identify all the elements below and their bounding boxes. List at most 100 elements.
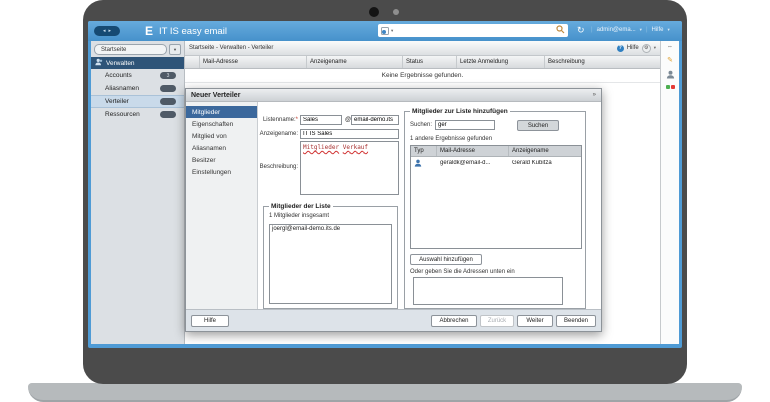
sidebar-item-label: Verteiler [105, 98, 129, 105]
breadcrumb: Startseite - Verwalten - Verteiler [189, 45, 273, 51]
dialog-title: Neuer Verteiler [191, 92, 240, 99]
dialog-nav-eigenschaften[interactable]: Eigenschaften [186, 118, 257, 130]
col-anzeigename[interactable]: Anzeigename [509, 146, 581, 156]
count-badge: 3 [160, 72, 176, 79]
global-search[interactable]: ▾ [378, 24, 568, 37]
sidebar-item-label: Ressourcen [105, 111, 140, 118]
dialog-nav-mitglieder[interactable]: Mitglieder [186, 106, 257, 118]
misspelled-word: Verkauf [343, 144, 368, 151]
sidebar-item-label: Aliasnamen [105, 85, 139, 92]
app-logo: E [145, 24, 153, 38]
finish-button[interactable]: Beenden [556, 315, 596, 327]
search-button[interactable]: Suchen [517, 120, 559, 131]
gear-icon[interactable]: ⚙ [642, 44, 651, 53]
sidebar-item-accounts[interactable]: Accounts 3 [91, 69, 184, 82]
dialog-footer: Hilfe Abbrechen Zurück Weiter Beenden [186, 309, 601, 331]
result-name: Gerald Kubitza [509, 160, 581, 166]
right-tool-strip: ⇔ ✎ [660, 41, 679, 344]
dialog-titlebar[interactable]: Neuer Verteiler » [186, 89, 601, 102]
dialog-content: Listenname:* @ Anzeigename: Beschreibung… [258, 102, 601, 309]
dialog-nav-aliasnamen[interactable]: Aliasnamen [186, 142, 257, 154]
help-circle-icon[interactable]: ? [617, 45, 624, 52]
gutter-cell [185, 56, 200, 68]
member-results-header: Typ Mail-Adresse Anzeigename [411, 146, 581, 157]
forward-icon[interactable]: ▸ [109, 28, 112, 34]
count-badge [160, 85, 176, 92]
results-count: 1 andere Ergebnisse gefunden [410, 136, 492, 142]
sidebar-section-verwalten[interactable]: Verwalten [91, 57, 184, 69]
result-mail: geraldk@email-d... [437, 160, 509, 166]
sidebar-item-verteiler[interactable]: Verteiler [91, 95, 184, 108]
back-button[interactable]: Zurück [480, 315, 514, 327]
col-status[interactable]: Status [403, 56, 457, 68]
laptop-mockup: ◂ ▸ E IT IS easy email ▾ ↻ | admin@ema..… [0, 0, 770, 402]
home-select[interactable]: Startseite [94, 44, 167, 55]
home-select-caret-icon[interactable]: ▾ [169, 44, 181, 55]
dialog-nav-besitzer[interactable]: Besitzer [186, 154, 257, 166]
sidebar-item-aliasnamen[interactable]: Aliasnamen [91, 82, 184, 95]
back-icon[interactable]: ◂ [103, 28, 106, 34]
listname-label: Listenname:* [258, 117, 298, 123]
history-nav[interactable]: ◂ ▸ [94, 26, 120, 36]
member-list-item[interactable]: joergl@email-demo.its.de [270, 225, 391, 233]
dialog-nav-einstellungen[interactable]: Einstellungen [186, 166, 257, 178]
displayname-input[interactable] [300, 129, 399, 139]
status-legend-icon[interactable] [666, 85, 675, 89]
search-label: Suchen: [410, 122, 432, 128]
search-input[interactable] [395, 26, 554, 36]
contact-icon[interactable] [666, 70, 675, 79]
cancel-button[interactable]: Abbrechen [431, 315, 477, 327]
refresh-icon[interactable]: ↻ [577, 25, 585, 36]
displayname-label: Anzeigename: [258, 131, 298, 137]
search-icon[interactable] [556, 25, 565, 36]
members-listbox[interactable]: joergl@email-demo.its.de [269, 224, 392, 304]
member-result-row[interactable]: geraldk@email-d... Gerald Kubitza [411, 157, 581, 169]
col-mail-adresse[interactable]: Mail-Adresse [437, 146, 509, 156]
col-mail-adresse[interactable]: Mail-Adresse [200, 56, 307, 68]
sidebar-item-ressourcen[interactable]: Ressourcen [91, 108, 184, 121]
sidebar-home-row: Startseite ▾ [94, 44, 181, 55]
account-menu[interactable]: admin@ema... [597, 27, 636, 33]
dialog-nav-mitglied-von[interactable]: Mitglied von [186, 130, 257, 142]
listname-input[interactable] [300, 115, 342, 125]
members-count: 1 Mitglieder insgesamt [269, 213, 329, 219]
help-link[interactable]: Hilfe [627, 45, 639, 51]
member-search-input[interactable] [435, 120, 495, 130]
divider: | [646, 27, 648, 33]
members-fieldset: Mitglieder der Liste 1 Mitglieder insges… [263, 206, 398, 309]
count-badge [160, 98, 176, 105]
domain-input[interactable] [351, 115, 399, 125]
search-scope-icon[interactable] [381, 27, 389, 35]
breadcrumb-tools: ? Hilfe ⚙ ▾ [617, 44, 656, 53]
sidebar-section-label: Verwalten [106, 60, 135, 67]
help-caret-icon[interactable]: ▾ [668, 27, 670, 33]
next-button[interactable]: Weiter [517, 315, 553, 327]
dialog-collapse-icon[interactable]: » [593, 92, 596, 98]
col-anzeigename[interactable]: Anzeigename [307, 56, 403, 68]
listname-label-text: Listenname: [263, 117, 296, 123]
webcam-led-icon [393, 9, 399, 15]
footer-buttons: Abbrechen Zurück Weiter Beenden [431, 315, 596, 327]
add-members-fieldset: Mitglieder zur Liste hinzufügen Suchen: … [404, 111, 586, 309]
pencil-icon[interactable]: ✎ [667, 56, 673, 64]
app-window: ◂ ▸ E IT IS easy email ▾ ↻ | admin@ema..… [88, 21, 682, 348]
account-caret-icon[interactable]: ▾ [640, 27, 642, 33]
sidebar-item-label: Accounts [105, 72, 132, 79]
app-topbar: ◂ ▸ E IT IS easy email ▾ ↻ | admin@ema..… [88, 21, 682, 41]
expand-icon[interactable]: ⇔ [667, 44, 673, 50]
col-beschreibung[interactable]: Beschreibung [545, 56, 660, 68]
col-typ[interactable]: Typ [411, 146, 437, 156]
tools-caret-icon[interactable]: ▾ [654, 45, 656, 51]
app-title: IT IS easy email [159, 26, 227, 37]
description-textarea[interactable]: Mitglieder Verkauf [300, 141, 399, 195]
add-selection-button[interactable]: Auswahl hinzufügen [410, 254, 482, 265]
misspelled-word: Mitglieder [303, 144, 339, 151]
sidebar: Startseite ▾ Verwalten Accounts 3 Aliasn… [91, 41, 185, 344]
help-menu[interactable]: Hilfe [652, 27, 664, 33]
breadcrumb-bar: Startseite - Verwalten - Verteiler ? Hil… [185, 41, 660, 56]
help-button[interactable]: Hilfe [191, 315, 229, 327]
required-mark: * [296, 117, 298, 123]
col-letzte-anmeldung[interactable]: Letzte Anmeldung [457, 56, 545, 68]
search-scope-caret-icon[interactable]: ▾ [391, 28, 393, 34]
manual-addresses-textarea[interactable] [413, 277, 563, 305]
